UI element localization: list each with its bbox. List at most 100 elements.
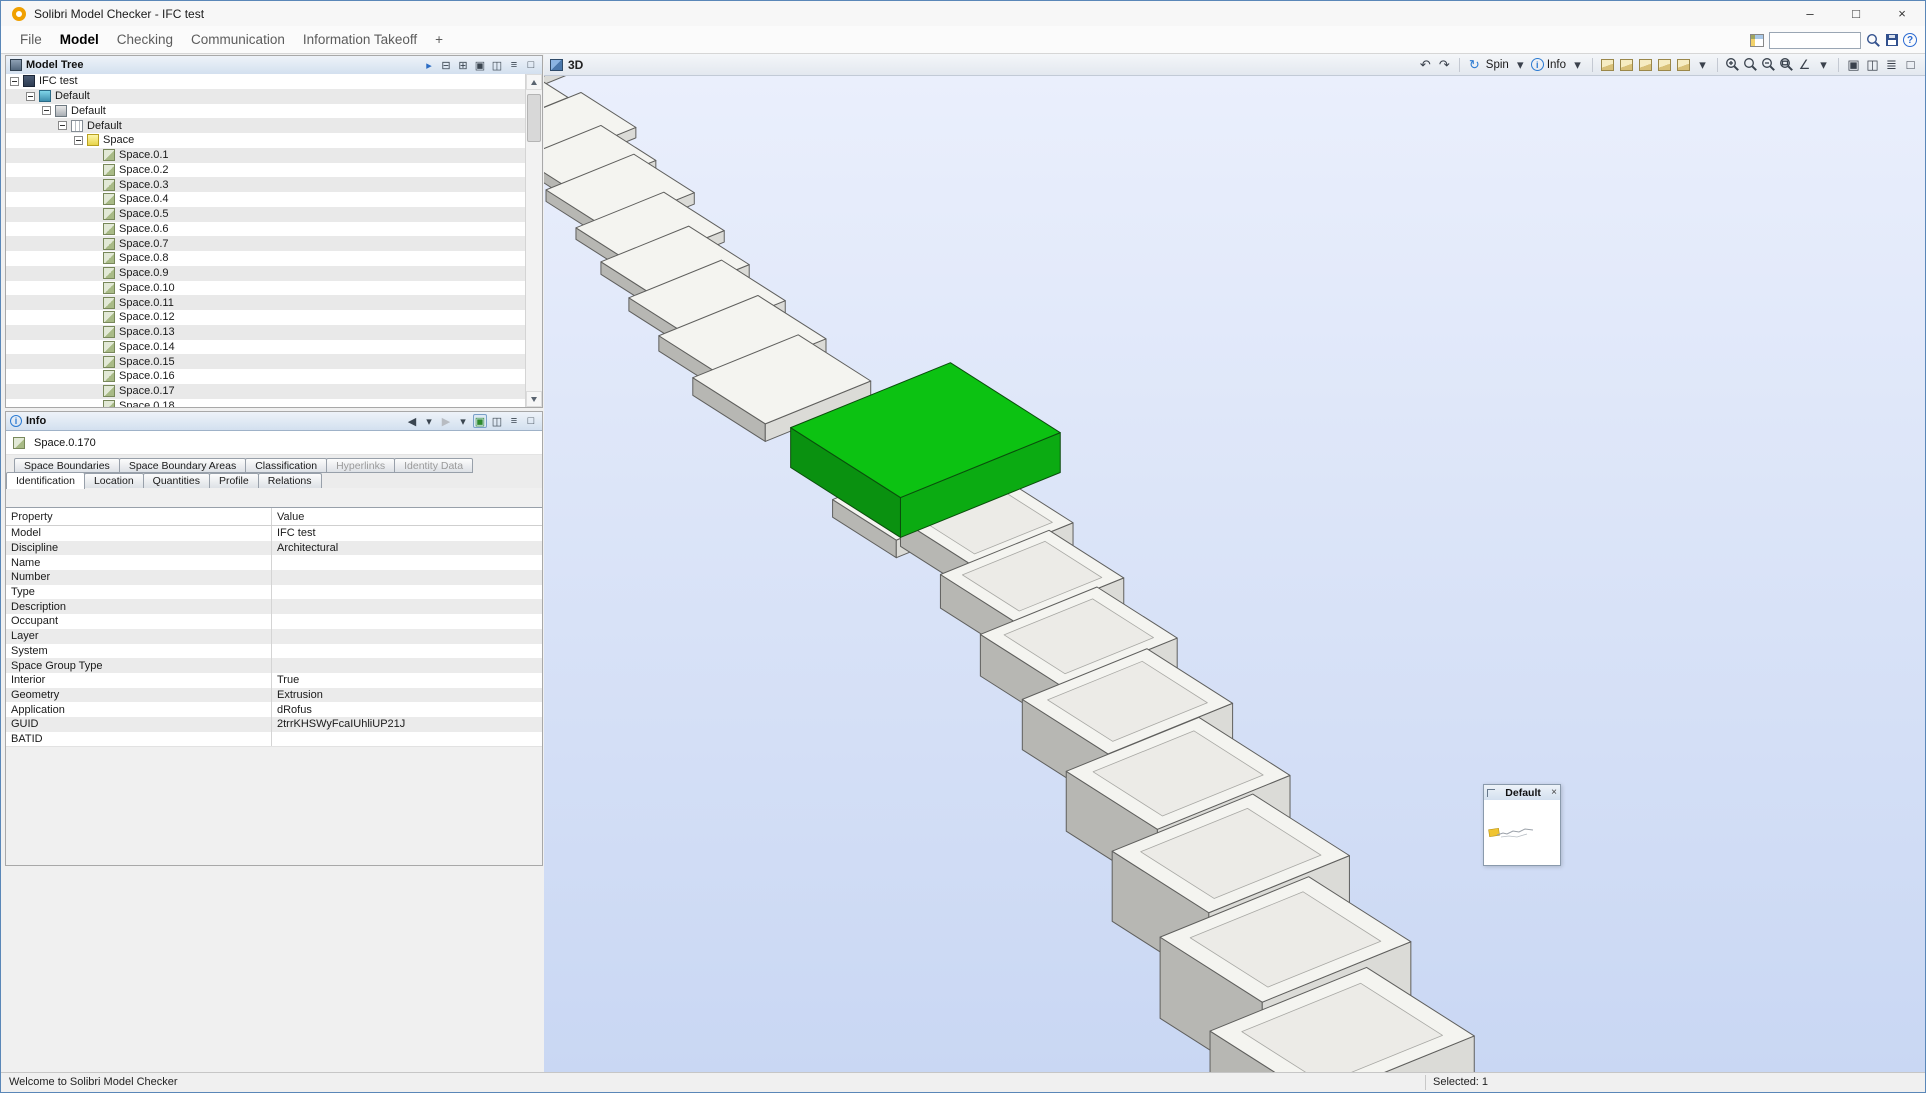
tree-node[interactable]: Space.0.6 xyxy=(6,222,525,237)
tree-node[interactable]: Space.0.7 xyxy=(6,236,525,251)
new-3d-view-icon[interactable]: ▣ xyxy=(1845,56,1862,73)
spin-icon[interactable]: ↻ xyxy=(1466,56,1483,73)
3d-scene[interactable] xyxy=(544,76,1925,1072)
menu-communication[interactable]: Communication xyxy=(182,32,294,47)
tree-node[interactable]: Space.0.13 xyxy=(6,325,525,340)
redo-icon[interactable]: ↷ xyxy=(1436,56,1453,73)
zoom-in-icon[interactable] xyxy=(1724,57,1740,73)
tree-node[interactable]: Space.0.4 xyxy=(6,192,525,207)
search-input[interactable] xyxy=(1769,32,1861,49)
component-show-icon[interactable] xyxy=(1601,59,1614,71)
tree-node[interactable]: Space.0.14 xyxy=(6,340,525,355)
minimize-button[interactable]: – xyxy=(1787,1,1833,26)
menu-information-takeoff[interactable]: Information Takeoff xyxy=(294,32,426,47)
quick-table-icon[interactable] xyxy=(1750,34,1764,47)
maximize-panel-icon[interactable]: □ xyxy=(524,414,538,428)
info-mode-label[interactable]: Info xyxy=(1547,59,1566,71)
tree-node[interactable]: Space xyxy=(6,133,525,148)
collapse-branch-icon[interactable]: ⊟ xyxy=(439,58,453,72)
collapse-handle-icon[interactable] xyxy=(42,106,51,115)
menu-file[interactable]: File xyxy=(11,32,51,47)
component-hide-icon[interactable] xyxy=(1620,59,1633,71)
tree-node[interactable]: Space.0.2 xyxy=(6,163,525,178)
collapse-handle-icon[interactable] xyxy=(58,121,67,130)
tree-node[interactable]: Space.0.18 xyxy=(6,399,525,408)
tree-node[interactable]: Space.0.17 xyxy=(6,384,525,399)
scroll-up-icon[interactable] xyxy=(526,74,542,90)
collapse-handle-icon[interactable] xyxy=(74,136,83,145)
tree-node[interactable]: Space.0.3 xyxy=(6,177,525,192)
section-box-icon[interactable] xyxy=(1658,59,1671,71)
tab-location[interactable]: Location xyxy=(84,473,144,488)
measure-caret[interactable]: ▾ xyxy=(1815,56,1832,73)
scrollbar-thumb[interactable] xyxy=(527,94,541,142)
tree-node[interactable]: IFC test xyxy=(6,74,525,89)
tab-profile[interactable]: Profile xyxy=(209,473,259,488)
undo-icon[interactable]: ↶ xyxy=(1417,56,1434,73)
component-transparent-icon[interactable] xyxy=(1639,59,1652,71)
tree-node[interactable]: Space.0.12 xyxy=(6,310,525,325)
collapse-handle-icon[interactable] xyxy=(10,77,19,86)
property-value: IFC test xyxy=(272,526,542,541)
menu-model[interactable]: Model xyxy=(51,32,108,47)
find-icon[interactable] xyxy=(1866,33,1881,48)
close-button[interactable]: × xyxy=(1879,1,1925,26)
tab-relations[interactable]: Relations xyxy=(258,473,322,488)
spin-label[interactable]: Spin xyxy=(1486,59,1509,71)
forward-history-icon[interactable]: ▾ xyxy=(456,414,470,428)
maximize-button[interactable]: □ xyxy=(1833,1,1879,26)
tab-space-boundary-areas[interactable]: Space Boundary Areas xyxy=(119,458,246,473)
minimap-header[interactable]: Default × xyxy=(1484,785,1560,801)
model-tree-scrollbar[interactable] xyxy=(525,74,542,407)
zoom-out-icon[interactable] xyxy=(1760,57,1776,73)
info-mode-caret[interactable]: ▾ xyxy=(1569,56,1586,73)
menu-checking[interactable]: Checking xyxy=(108,32,182,47)
tab-classification[interactable]: Classification xyxy=(245,458,327,473)
expand-branch-icon[interactable]: ⊞ xyxy=(456,58,470,72)
back-icon[interactable]: ◀ xyxy=(405,414,419,428)
spin-caret[interactable]: ▾ xyxy=(1512,56,1529,73)
tree-node[interactable]: Space.0.15 xyxy=(6,354,525,369)
zoom-window-icon[interactable] xyxy=(1778,57,1794,73)
layers-icon[interactable]: ≣ xyxy=(1883,56,1900,73)
info-mode-icon[interactable] xyxy=(1531,58,1544,71)
float-panel-icon[interactable]: ◫ xyxy=(490,58,504,72)
component-tools-icon[interactable] xyxy=(1677,59,1690,71)
auto-update-icon[interactable]: ▣ xyxy=(473,414,487,428)
tree-node[interactable]: Space.0.1 xyxy=(6,148,525,163)
tree-node[interactable]: Default xyxy=(6,89,525,104)
save-icon[interactable] xyxy=(1886,34,1898,46)
measure-icon[interactable]: ∠ xyxy=(1796,56,1813,73)
float-panel-icon[interactable]: ◫ xyxy=(490,414,504,428)
tree-node[interactable]: Space.0.8 xyxy=(6,251,525,266)
selection-mode-icon[interactable]: ▣ xyxy=(473,58,487,72)
tree-node[interactable]: Space.0.16 xyxy=(6,369,525,384)
panel-menu-icon[interactable]: ≡ xyxy=(507,58,521,72)
info-panel-toolbar: ◀▾▶▾▣◫≡□ xyxy=(405,414,538,428)
panel-menu-icon[interactable]: ≡ xyxy=(507,414,521,428)
zoom-all-icon[interactable] xyxy=(1742,57,1758,73)
collapse-handle-icon[interactable] xyxy=(26,92,35,101)
tree-node[interactable]: Space.0.9 xyxy=(6,266,525,281)
tab-quantities[interactable]: Quantities xyxy=(143,473,210,488)
tree-node[interactable]: Space.0.5 xyxy=(6,207,525,222)
scroll-down-icon[interactable] xyxy=(526,391,542,407)
minimap-close-icon[interactable]: × xyxy=(1551,788,1557,798)
3d-canvas[interactable]: Default × xyxy=(544,76,1925,1072)
tree-node[interactable]: Space.0.11 xyxy=(6,295,525,310)
tree-node[interactable]: Default xyxy=(6,118,525,133)
property-value: Architectural xyxy=(272,541,542,556)
tree-node[interactable]: Default xyxy=(6,104,525,119)
tab-identification[interactable]: Identification xyxy=(6,472,85,489)
back-history-icon[interactable]: ▾ xyxy=(422,414,436,428)
split-view-icon[interactable]: ◫ xyxy=(1864,56,1881,73)
help-icon[interactable]: ? xyxy=(1903,33,1917,47)
maximize-panel-icon[interactable]: □ xyxy=(524,58,538,72)
tree-node[interactable]: Space.0.10 xyxy=(6,281,525,296)
tab-space-boundaries[interactable]: Space Boundaries xyxy=(14,458,120,473)
forward-icon[interactable]: ▶ xyxy=(439,414,453,428)
maximize-view-icon[interactable]: □ xyxy=(1902,56,1919,73)
menu-add-view[interactable]: + xyxy=(426,32,452,47)
locate-in-tree-icon[interactable]: ▸ xyxy=(422,58,436,72)
component-tools-caret[interactable]: ▾ xyxy=(1694,56,1711,73)
